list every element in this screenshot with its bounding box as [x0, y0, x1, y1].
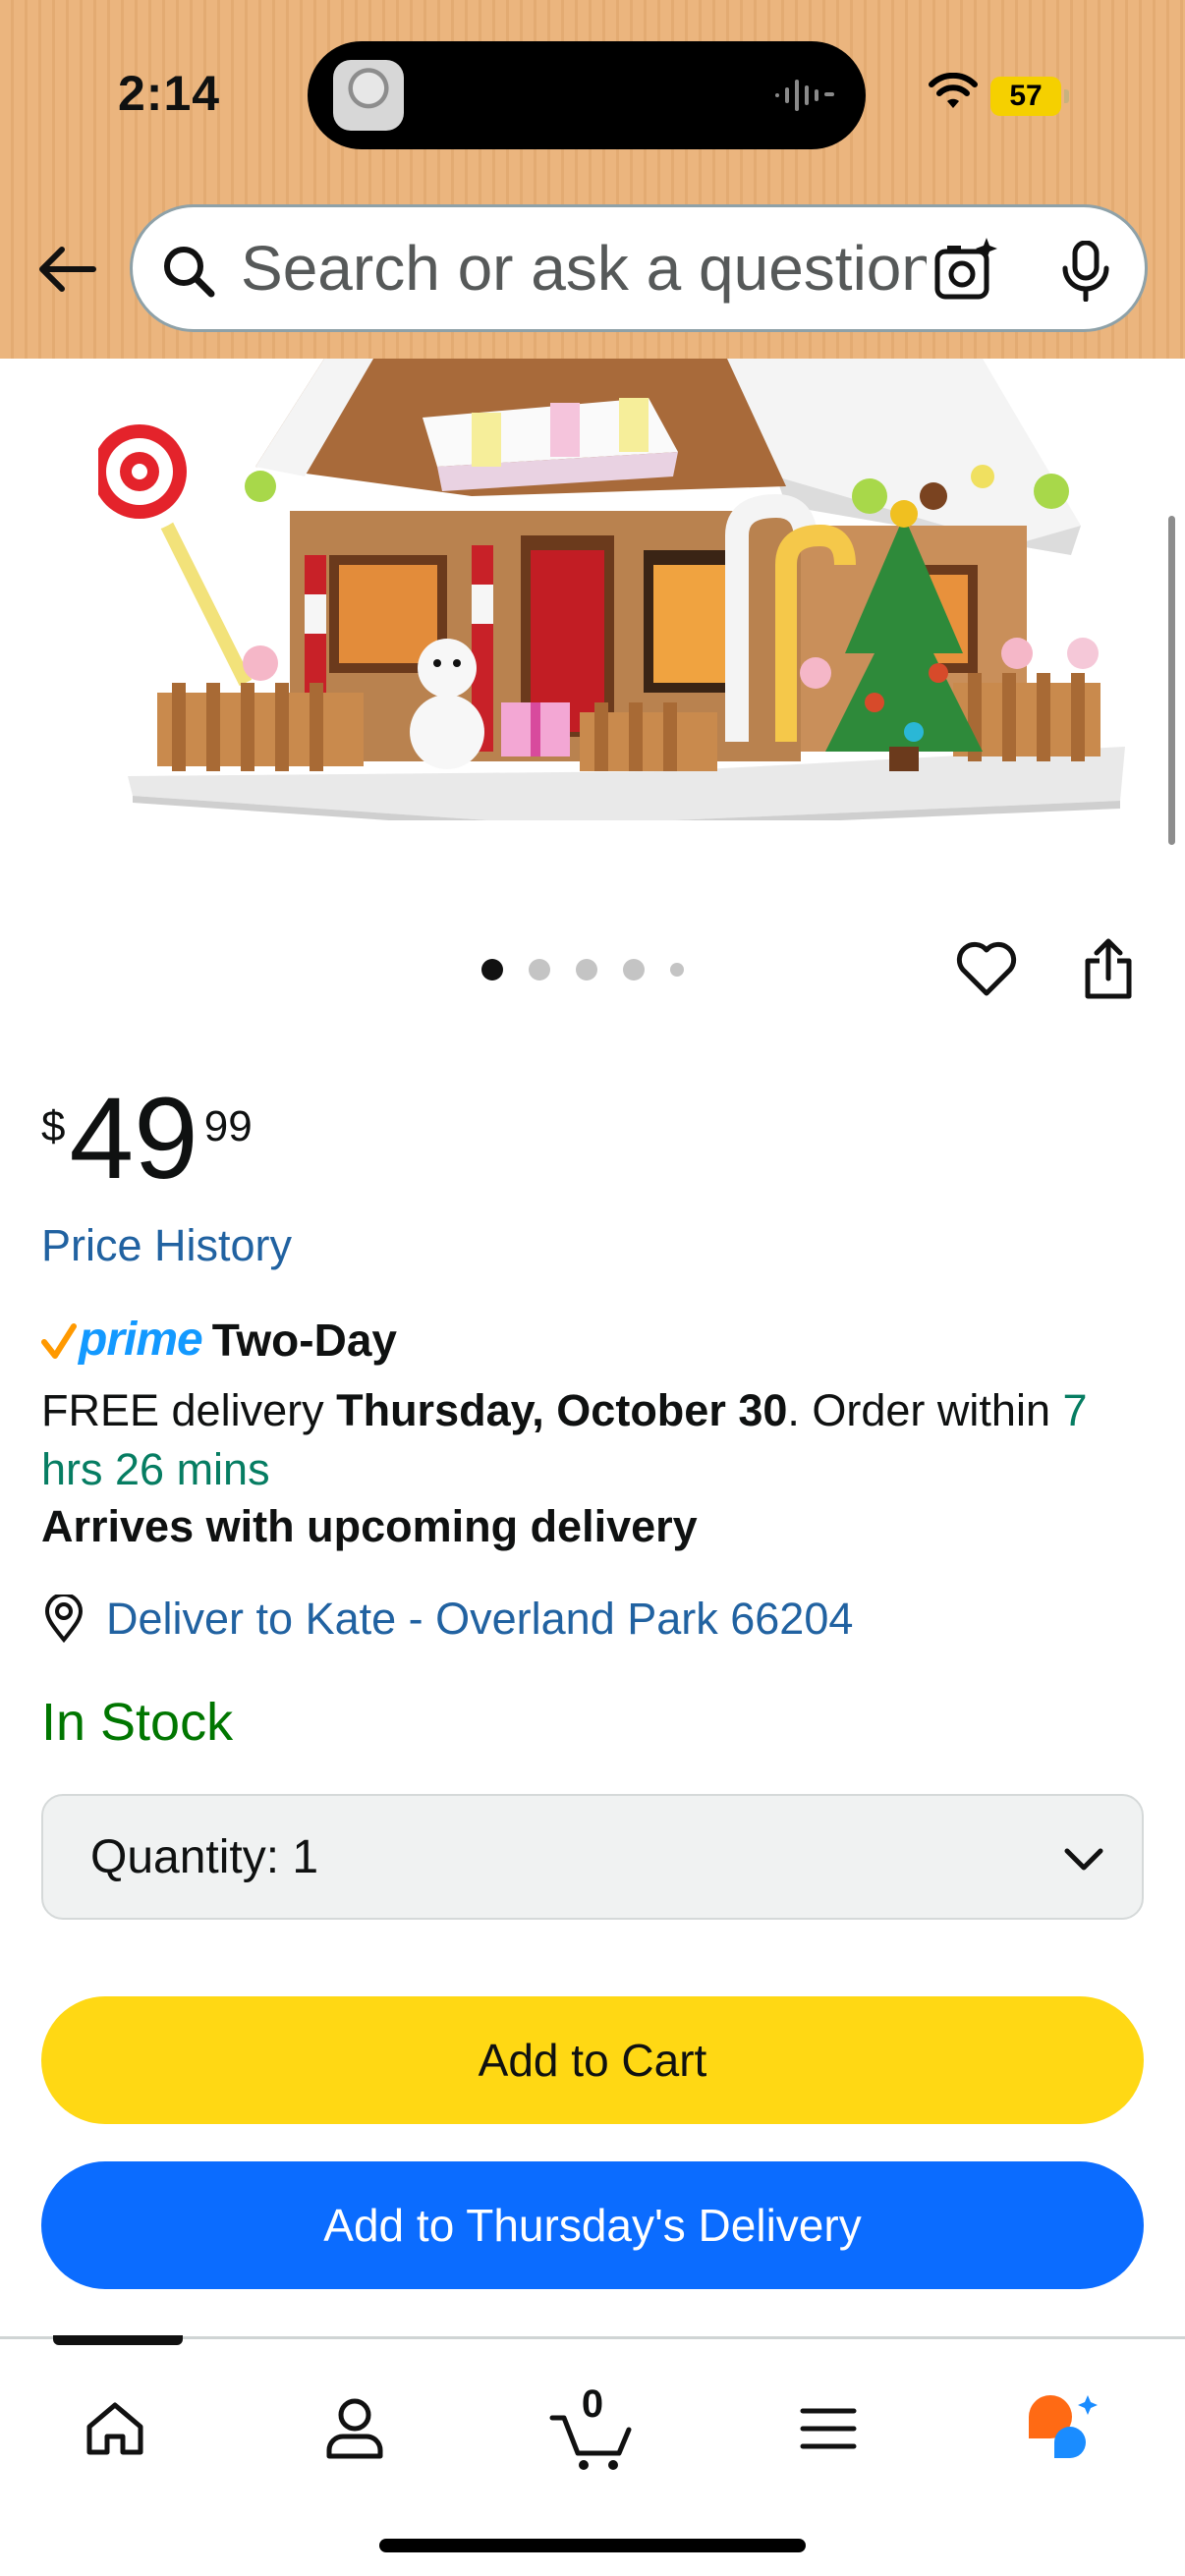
arrow-left-icon: [39, 247, 96, 292]
search-input[interactable]: [241, 227, 1046, 309]
camera-sparkle-icon: [934, 238, 997, 300]
carousel-dot[interactable]: [576, 959, 597, 980]
user-icon: [326, 2398, 383, 2459]
prime-logo-text: prime: [79, 1314, 203, 1366]
image-carousel-indicator[interactable]: [481, 959, 684, 980]
nav-cart[interactable]: 0: [538, 2375, 647, 2483]
page-scrollbar[interactable]: [1168, 516, 1175, 845]
product-price: $ 49 99: [41, 1081, 253, 1197]
microphone-icon: [1062, 241, 1109, 302]
deliver-to-link[interactable]: Deliver to Kate - Overland Park 66204: [41, 1594, 853, 1645]
dynamic-island: [308, 41, 866, 149]
delivery-order-within: . Order within: [787, 1385, 1063, 1435]
nav-rufus-assistant[interactable]: [1008, 2375, 1116, 2483]
app-header: 2:14 57: [0, 0, 1185, 359]
upcoming-delivery-note: Arrives with upcoming delivery: [41, 1501, 698, 1551]
prime-badge: prime Two-Day: [41, 1313, 397, 1367]
nav-account[interactable]: [301, 2375, 409, 2483]
quantity-label: Quantity: 1: [90, 1830, 319, 1883]
carousel-dot[interactable]: [529, 959, 550, 980]
price-history-link[interactable]: Price History: [41, 1220, 292, 1271]
add-to-cart-button[interactable]: Add to Cart: [41, 1996, 1144, 2124]
quantity-selector[interactable]: Quantity: 1: [41, 1794, 1144, 1920]
add-to-list-button[interactable]: [951, 933, 1022, 1004]
menu-icon: [800, 2408, 857, 2449]
location-pin-icon: [44, 1595, 84, 1644]
add-to-delivery-button[interactable]: Add to Thursday's Delivery: [41, 2161, 1144, 2289]
carousel-dot[interactable]: [481, 959, 503, 980]
prime-shipping-type: Two-Day: [211, 1314, 397, 1366]
share-icon: [1085, 938, 1132, 999]
chevron-down-icon: [1064, 1848, 1103, 1871]
search-bar[interactable]: [130, 204, 1148, 332]
delivery-prefix: FREE delivery: [41, 1385, 337, 1435]
carousel-dot[interactable]: [623, 959, 645, 980]
price-currency: $: [41, 1102, 66, 1150]
visual-search-button[interactable]: [927, 231, 1005, 309]
cart-count-badge: 0: [581, 2382, 604, 2426]
home-indicator[interactable]: [379, 2539, 806, 2552]
active-tab-indicator: [53, 2335, 183, 2345]
delivery-date: Thursday, October 30: [336, 1385, 788, 1435]
search-icon: [164, 247, 215, 298]
wifi-icon: [929, 73, 978, 108]
now-playing-avatar: [333, 60, 404, 131]
price-fraction: 99: [203, 1102, 253, 1150]
price-whole: 49: [69, 1074, 198, 1204]
audio-waveform-icon: [775, 80, 834, 111]
carousel-dot[interactable]: [670, 963, 684, 977]
voice-search-button[interactable]: [1051, 237, 1120, 306]
rufus-assistant-icon: [1029, 2395, 1098, 2458]
battery-indicator: 57: [990, 77, 1069, 116]
status-time: 2:14: [118, 66, 221, 121]
back-button[interactable]: [29, 232, 104, 307]
deliver-to-address[interactable]: Deliver to Kate - Overland Park 66204: [106, 1594, 853, 1645]
share-button[interactable]: [1073, 933, 1144, 1004]
product-image[interactable]: [98, 359, 1140, 820]
nav-menu[interactable]: [774, 2375, 882, 2483]
prime-check-icon: [41, 1322, 77, 1359]
nav-home[interactable]: [61, 2375, 169, 2483]
heart-icon: [956, 941, 1017, 996]
home-icon: [86, 2402, 143, 2455]
stock-status: In Stock: [41, 1693, 234, 1752]
delivery-message: FREE delivery Thursday, October 30. Orde…: [41, 1381, 1142, 1499]
